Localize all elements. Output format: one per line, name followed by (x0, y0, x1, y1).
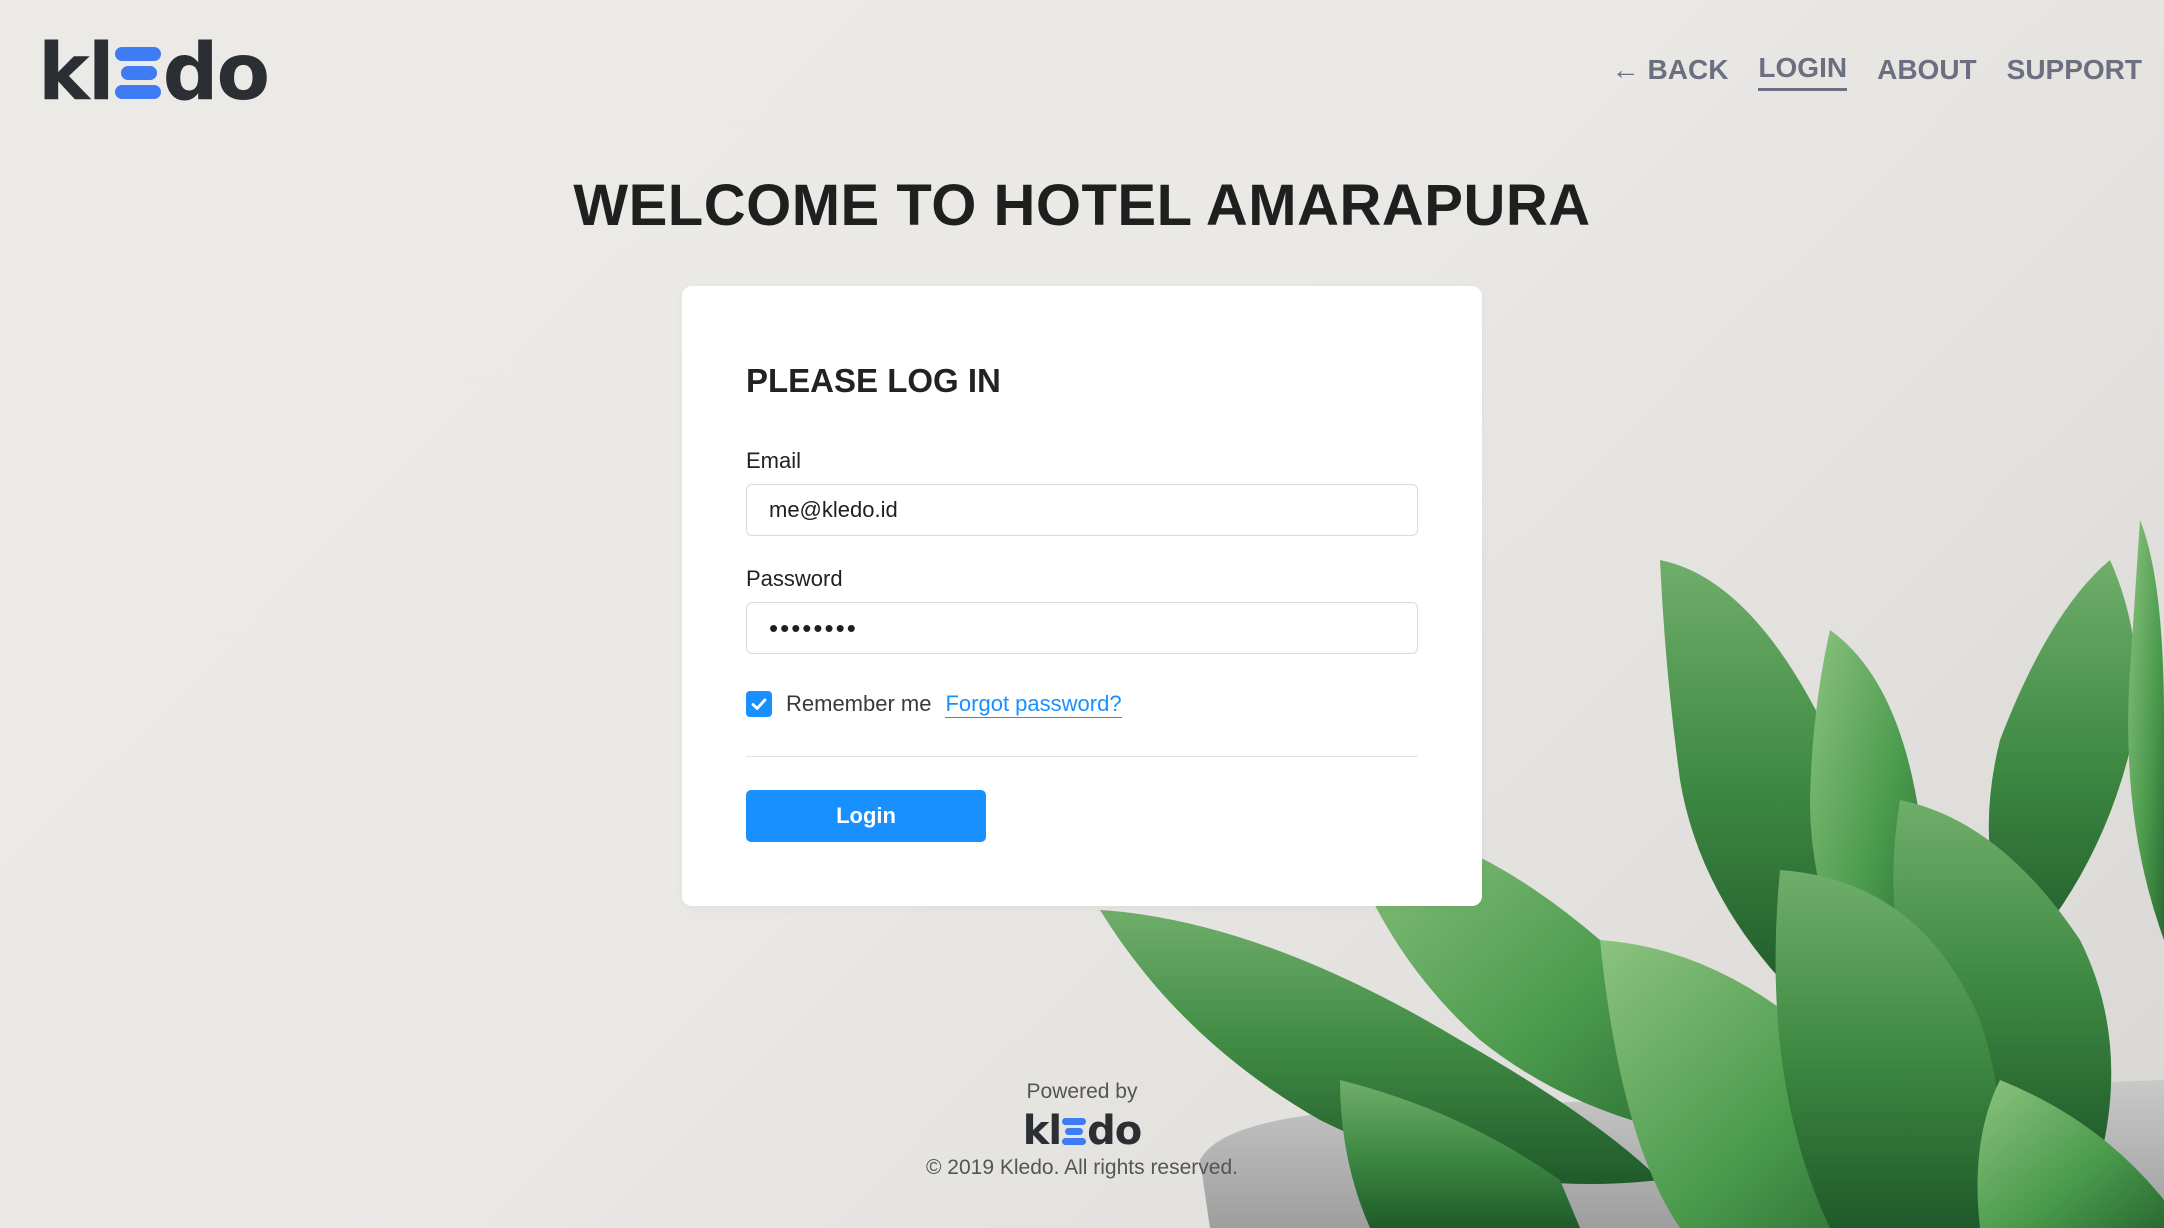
footer-logo-prefix: kl (1022, 1108, 1062, 1154)
top-nav: ← BACK LOGIN ABOUT SUPPORT (1612, 52, 2142, 91)
checkmark-icon (751, 698, 767, 710)
login-card: PLEASE LOG IN Email Password Remember me… (682, 286, 1482, 906)
nav-back-label: BACK (1647, 53, 1729, 85)
logo-suffix: do (162, 28, 270, 118)
remember-me-label: Remember me (786, 691, 932, 716)
copyright-text: © 2019 Kledo. All rights reserved. (926, 1156, 1238, 1179)
nav-support-label: SUPPORT (2006, 53, 2142, 85)
form-divider (746, 756, 1418, 757)
nav-login-label: LOGIN (1758, 52, 1848, 83)
nav-about-label: ABOUT (1877, 53, 1977, 85)
nav-about-link[interactable]: ABOUT (1877, 54, 1977, 90)
login-page: kl do ← BACK LOGIN ABOUT SUPPORT WELCOME… (0, 0, 2164, 1228)
logo-prefix: kl (38, 28, 115, 118)
remember-me-checkbox[interactable] (746, 691, 772, 717)
nav-back-link[interactable]: ← BACK (1612, 54, 1729, 90)
footer: Powered by kl do © 2019 Kledo. All right… (0, 1080, 2164, 1180)
email-field[interactable] (746, 484, 1418, 536)
forgot-password-link[interactable]: Forgot password? (945, 691, 1122, 718)
nav-login-link[interactable]: LOGIN (1758, 52, 1848, 91)
footer-logo-suffix: do (1087, 1108, 1142, 1154)
logo-wordmark: kl do (38, 28, 270, 118)
powered-by-text: Powered by (1026, 1080, 1138, 1103)
email-label: Email (746, 448, 802, 473)
password-field[interactable] (746, 602, 1418, 654)
footer-kledo-logo: kl do (1022, 1108, 1142, 1154)
page-title: WELCOME TO HOTEL AMARAPURA (573, 173, 1591, 238)
kledo-logo[interactable]: kl do (38, 28, 270, 118)
remember-row: Remember me Forgot password? (746, 686, 1122, 722)
login-button[interactable]: Login (746, 790, 986, 842)
logo-e-mark-icon (114, 43, 161, 103)
footer-logo-e-mark-icon (1062, 1116, 1087, 1146)
arrow-left-icon: ← (1611, 53, 1640, 85)
nav-support-link[interactable]: SUPPORT (2007, 54, 2142, 90)
login-heading: PLEASE LOG IN (746, 362, 1001, 399)
password-label: Password (746, 566, 843, 591)
